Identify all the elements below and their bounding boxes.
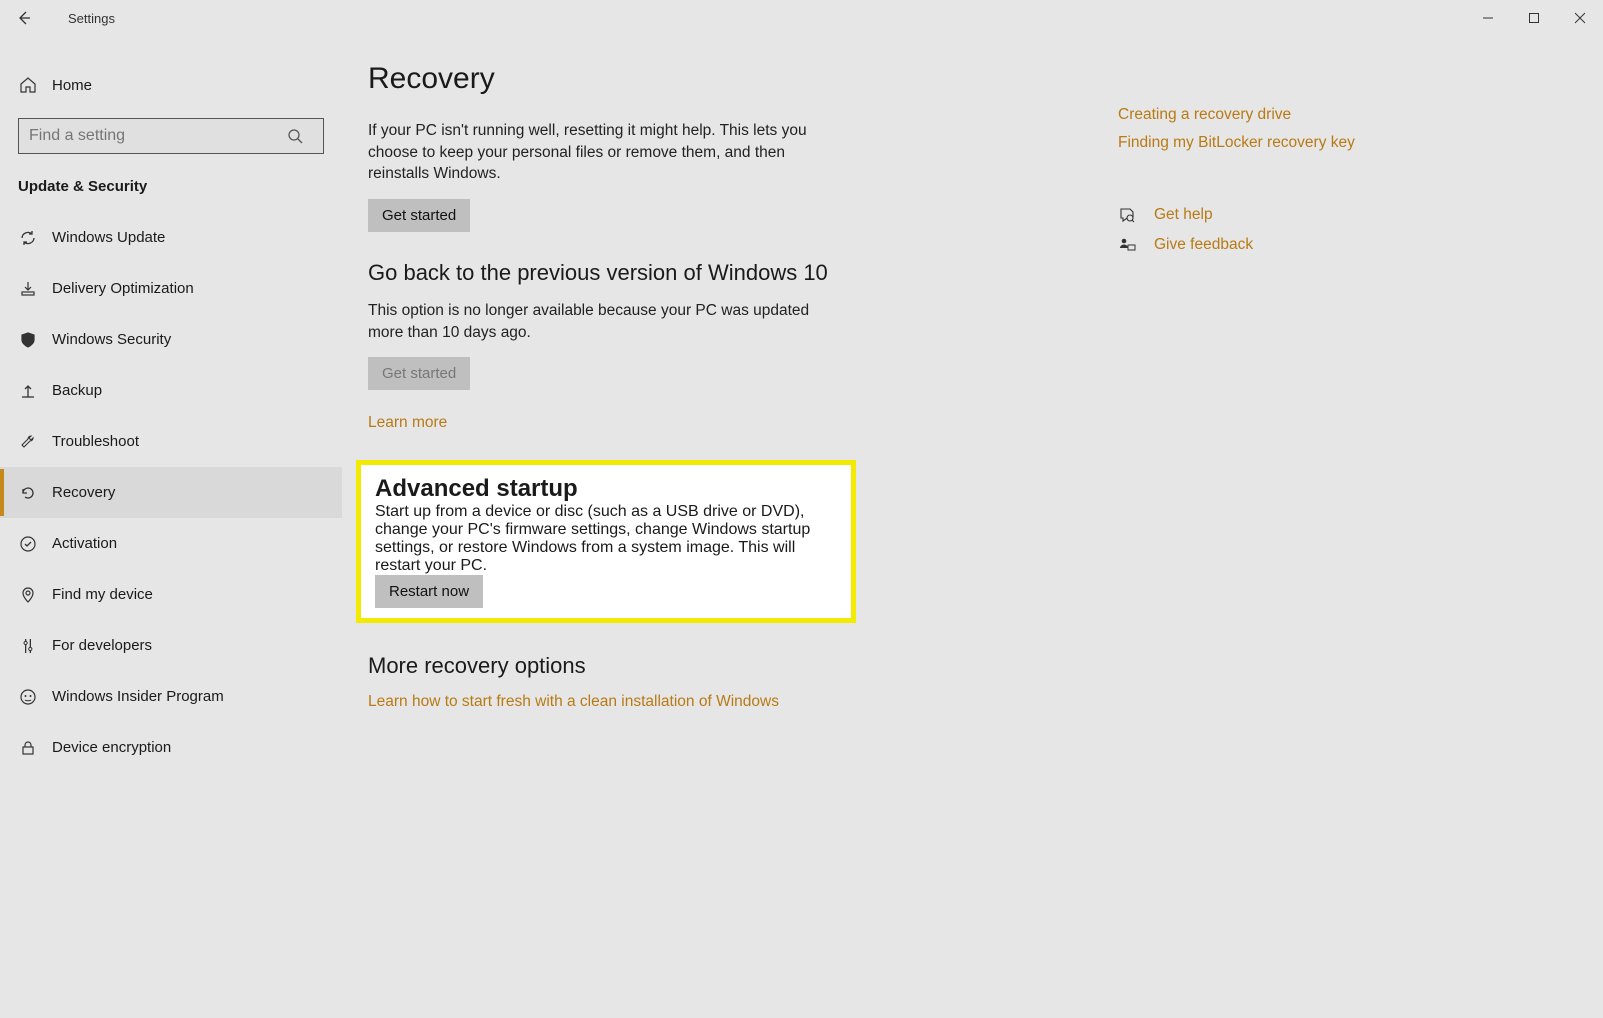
more-recovery-section: More recovery options Learn how to start…	[368, 653, 1048, 711]
maximize-icon	[1528, 12, 1540, 24]
aside-link-recovery-drive[interactable]: Creating a recovery drive	[1118, 106, 1418, 124]
sync-icon	[18, 229, 38, 247]
feedback-icon	[1118, 236, 1142, 254]
download-icon	[18, 280, 38, 298]
sidebar-item-windows-security[interactable]: Windows Security	[0, 314, 342, 365]
go-back-heading: Go back to the previous version of Windo…	[368, 260, 1048, 286]
give-feedback-link[interactable]: Give feedback	[1154, 236, 1253, 254]
check-circle-icon	[18, 535, 38, 553]
main-content: Recovery If your PC isn't running well, …	[342, 36, 1603, 1018]
sidebar-section-header: Update & Security	[0, 166, 342, 206]
advanced-startup-section: Advanced startup Start up from a device …	[356, 460, 856, 623]
reset-pc-description: If your PC isn't running well, resetting…	[368, 120, 838, 185]
close-button[interactable]	[1557, 0, 1603, 36]
sidebar-item-windows-update[interactable]: Windows Update	[0, 212, 342, 263]
sidebar-item-troubleshoot[interactable]: Troubleshoot	[0, 416, 342, 467]
sidebar-item-label: Device encryption	[52, 739, 171, 756]
maximize-button[interactable]	[1511, 0, 1557, 36]
more-recovery-heading: More recovery options	[368, 653, 1048, 679]
advanced-startup-heading: Advanced startup	[375, 475, 837, 503]
sidebar: Home Update & Security Windows Update De…	[0, 36, 342, 1018]
home-icon	[18, 76, 38, 94]
lock-icon	[18, 739, 38, 757]
search-input[interactable]	[19, 127, 287, 145]
go-back-learn-more-link[interactable]: Learn more	[368, 414, 447, 432]
minimize-button[interactable]	[1465, 0, 1511, 36]
window-title: Settings	[48, 11, 115, 26]
reset-pc-section: If your PC isn't running well, resetting…	[368, 120, 1048, 232]
close-icon	[1574, 12, 1586, 24]
go-back-section: Go back to the previous version of Windo…	[368, 260, 1048, 432]
search-box[interactable]	[18, 118, 324, 154]
go-back-description: This option is no longer available becau…	[368, 300, 838, 343]
titlebar: Settings	[0, 0, 1603, 36]
sidebar-item-activation[interactable]: Activation	[0, 518, 342, 569]
arrow-left-icon	[16, 10, 32, 26]
restart-now-button[interactable]: Restart now	[375, 575, 483, 608]
upload-icon	[18, 382, 38, 400]
minimize-icon	[1482, 12, 1494, 24]
sidebar-item-label: Windows Update	[52, 229, 165, 246]
sidebar-item-label: For developers	[52, 637, 152, 654]
go-back-get-started-button: Get started	[368, 357, 470, 390]
sidebar-item-device-encryption[interactable]: Device encryption	[0, 722, 342, 773]
fresh-install-link[interactable]: Learn how to start fresh with a clean in…	[368, 693, 779, 711]
search-icon	[287, 128, 323, 144]
aside-panel: Creating a recovery drive Finding my Bit…	[1118, 62, 1418, 1018]
aside-link-bitlocker[interactable]: Finding my BitLocker recovery key	[1118, 134, 1418, 152]
sidebar-item-label: Recovery	[52, 484, 115, 501]
reset-get-started-button[interactable]: Get started	[368, 199, 470, 232]
sidebar-item-recovery[interactable]: Recovery	[0, 467, 342, 518]
advanced-startup-description: Start up from a device or disc (such as …	[375, 503, 837, 575]
sidebar-item-label: Troubleshoot	[52, 433, 139, 450]
sidebar-item-label: Activation	[52, 535, 117, 552]
sidebar-item-label: Find my device	[52, 586, 153, 603]
shield-icon	[18, 331, 38, 349]
developer-icon	[18, 637, 38, 655]
sidebar-item-label: Delivery Optimization	[52, 280, 194, 297]
sidebar-item-find-my-device[interactable]: Find my device	[0, 569, 342, 620]
get-help-link[interactable]: Get help	[1154, 206, 1213, 224]
sidebar-home-label: Home	[52, 77, 92, 94]
insider-icon	[18, 688, 38, 706]
sidebar-item-windows-insider[interactable]: Windows Insider Program	[0, 671, 342, 722]
back-button[interactable]	[0, 0, 48, 36]
sidebar-item-backup[interactable]: Backup	[0, 365, 342, 416]
recovery-icon	[18, 484, 38, 502]
sidebar-item-delivery-optimization[interactable]: Delivery Optimization	[0, 263, 342, 314]
sidebar-item-label: Windows Insider Program	[52, 688, 224, 705]
help-icon	[1118, 206, 1142, 224]
sidebar-home[interactable]: Home	[0, 62, 342, 108]
wrench-icon	[18, 433, 38, 451]
sidebar-item-for-developers[interactable]: For developers	[0, 620, 342, 671]
section-header-label: Update & Security	[18, 178, 147, 195]
location-icon	[18, 586, 38, 604]
page-title: Recovery	[368, 62, 1048, 96]
sidebar-item-label: Backup	[52, 382, 102, 399]
sidebar-item-label: Windows Security	[52, 331, 171, 348]
